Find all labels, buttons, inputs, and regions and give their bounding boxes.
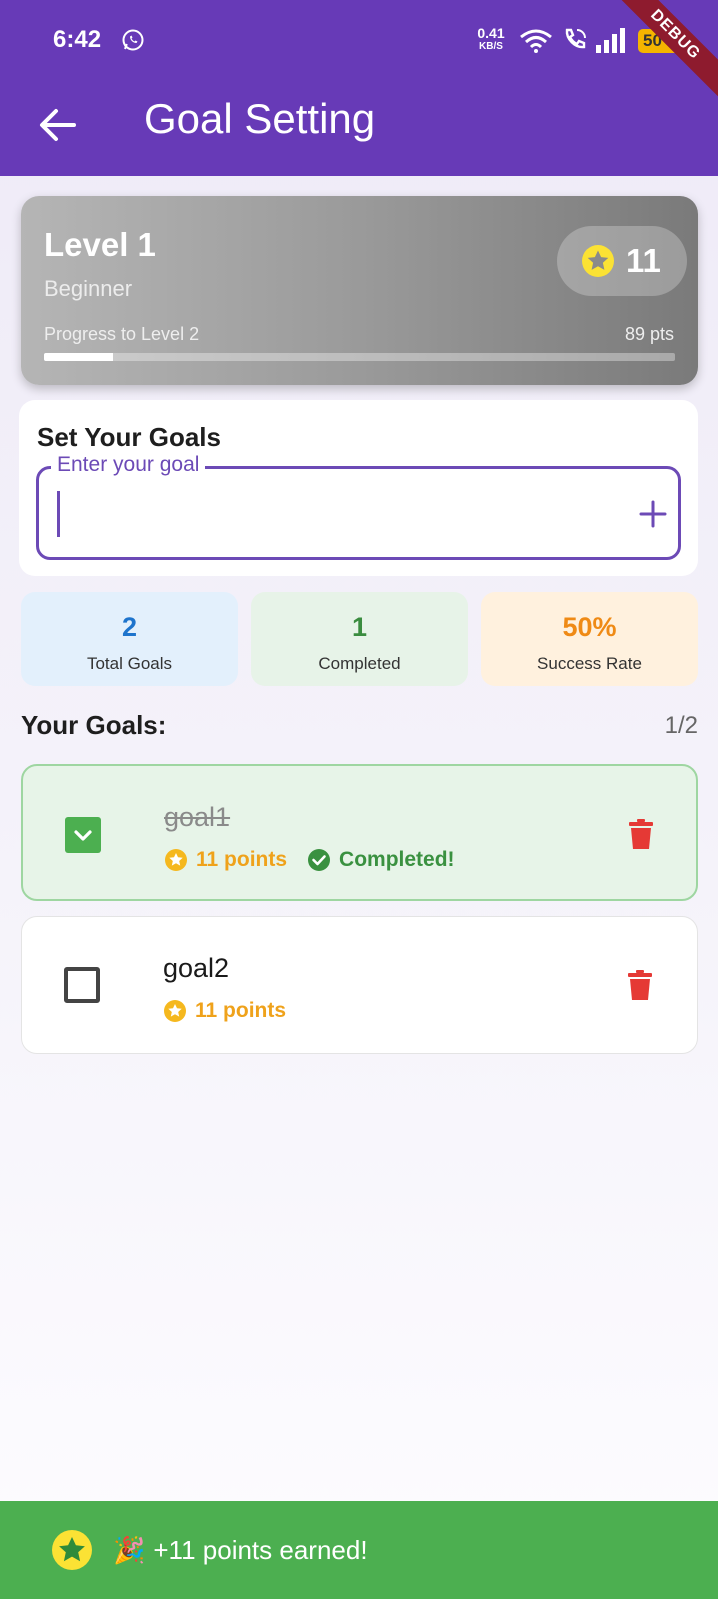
points-snackbar: 🎉 +11 points earned!	[0, 1501, 718, 1599]
app-bar: Goal Setting	[0, 80, 718, 176]
goals-list-count: 1/2	[664, 712, 698, 739]
goal-name: goal1	[164, 802, 231, 832]
top-bar: 6:42 0.41 KB/S 50 DEBUG Goal Setting	[0, 0, 718, 176]
check-circle-icon	[308, 849, 331, 871]
plus-icon	[639, 500, 667, 528]
party-emoji: 🎉	[113, 1534, 146, 1565]
points-value: 11	[626, 242, 661, 279]
star-icon	[52, 1530, 92, 1570]
goal-input[interactable]	[55, 487, 585, 539]
stat-rate-label: Success Rate	[537, 654, 642, 673]
set-goals-card: Set Your Goals Enter your goal	[19, 400, 698, 576]
progress-label: Progress to Level 2	[44, 324, 200, 344]
goal-points: 11 points	[196, 848, 288, 871]
check-icon	[74, 830, 92, 841]
status-time: 6:42	[53, 26, 102, 53]
stat-completed-value: 1	[351, 612, 368, 642]
set-goals-heading: Set Your Goals	[37, 422, 221, 452]
star-icon	[164, 1000, 186, 1022]
call-icon	[565, 28, 586, 49]
goal-checkbox-unchecked[interactable]	[64, 967, 100, 1003]
goal-checkbox-checked[interactable]	[65, 817, 101, 853]
goal-item: goal1 11 points Completed!	[21, 764, 698, 901]
goal-input-label: Enter your goal	[51, 453, 206, 477]
star-icon	[582, 245, 614, 277]
delete-goal-button[interactable]	[621, 814, 661, 854]
goals-list-title: Your Goals:	[21, 710, 167, 740]
completed-label: Completed!	[339, 848, 455, 871]
trash-icon	[629, 819, 653, 849]
page-title: Goal Setting	[144, 95, 376, 142]
goal-input-field[interactable]: Enter your goal	[36, 453, 681, 560]
signal-icon	[596, 28, 625, 53]
points-remaining: 89 pts	[624, 324, 674, 344]
back-button[interactable]	[32, 100, 82, 150]
stat-total-label: Total Goals	[86, 654, 173, 673]
level-progress-bar	[44, 353, 675, 361]
goal-item: goal2 11 points	[21, 916, 698, 1054]
star-icon	[165, 849, 187, 871]
level-title: Level 1	[44, 226, 156, 263]
level-card: Level 1 Beginner 11 Progress to Level 2 …	[21, 196, 698, 385]
trash-icon	[628, 970, 652, 1000]
stat-completed-label: Completed	[318, 654, 401, 673]
stat-total-value: 2	[121, 612, 138, 642]
stat-rate-value: 50%	[562, 612, 617, 642]
arrow-left-icon	[40, 109, 76, 141]
goal-meta: 11 points Completed!	[164, 848, 455, 872]
network-speed-unit: KB/S	[479, 41, 503, 52]
snackbar-message: +11 points earned!	[153, 1534, 368, 1565]
status-bar: 6:42 0.41 KB/S 50 DEBUG	[0, 0, 718, 105]
stat-completed: 1 Completed	[251, 592, 468, 686]
level-progress-fill	[44, 353, 114, 361]
points-badge: 11	[557, 226, 687, 296]
add-goal-button[interactable]	[631, 489, 675, 539]
delete-goal-button[interactable]	[620, 965, 660, 1005]
whatsapp-icon	[122, 29, 144, 51]
level-rank: Beginner	[44, 276, 133, 301]
wifi-icon	[520, 29, 552, 53]
stat-total-goals: 2 Total Goals	[21, 592, 238, 686]
completed-badge: Completed!	[307, 848, 455, 872]
network-speed-value: 0.41	[477, 25, 505, 41]
stat-success-rate: 50% Success Rate	[481, 592, 698, 686]
network-speed: 0.41 KB/S	[473, 25, 509, 53]
goal-name: goal2	[163, 953, 230, 983]
goal-meta: 11 points	[163, 999, 286, 1023]
goal-points: 11 points	[195, 999, 287, 1022]
